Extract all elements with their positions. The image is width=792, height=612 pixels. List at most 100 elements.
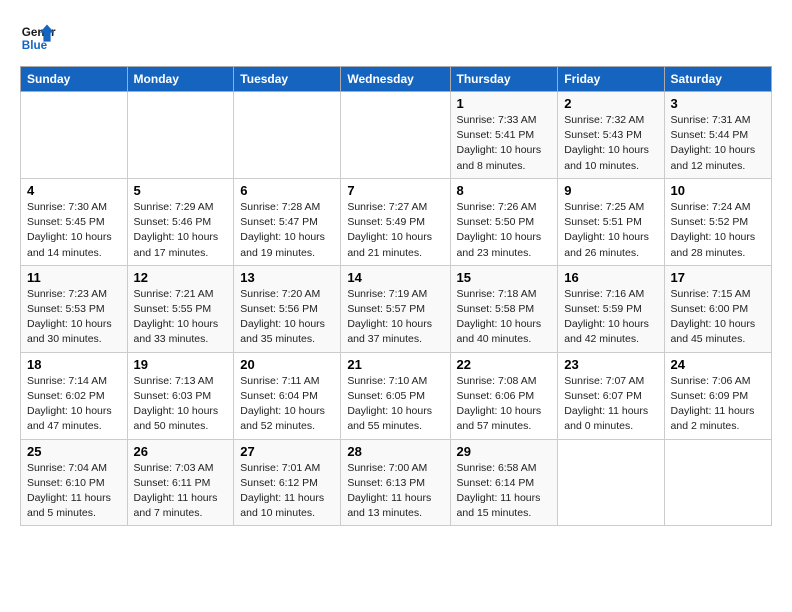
day-number: 3	[671, 96, 765, 111]
day-detail: Sunrise: 7:11 AM Sunset: 6:04 PM Dayligh…	[240, 374, 334, 435]
calendar-cell	[341, 92, 450, 179]
calendar-cell: 26 Sunrise: 7:03 AM Sunset: 6:11 PM Dayli…	[127, 439, 234, 526]
calendar-cell: 6 Sunrise: 7:28 AM Sunset: 5:47 PM Daylig…	[234, 178, 341, 265]
day-detail: Sunrise: 7:26 AM Sunset: 5:50 PM Dayligh…	[457, 200, 552, 261]
day-number: 1	[457, 96, 552, 111]
calendar-cell: 24 Sunrise: 7:06 AM Sunset: 6:09 PM Dayli…	[664, 352, 771, 439]
day-number: 20	[240, 357, 334, 372]
day-number: 18	[27, 357, 121, 372]
day-detail: Sunrise: 7:31 AM Sunset: 5:44 PM Dayligh…	[671, 113, 765, 174]
day-detail: Sunrise: 7:28 AM Sunset: 5:47 PM Dayligh…	[240, 200, 334, 261]
weekday-header-sunday: Sunday	[21, 67, 128, 92]
calendar-cell: 16 Sunrise: 7:16 AM Sunset: 5:59 PM Dayli…	[558, 265, 664, 352]
day-detail: Sunrise: 7:27 AM Sunset: 5:49 PM Dayligh…	[347, 200, 443, 261]
day-number: 6	[240, 183, 334, 198]
day-number: 10	[671, 183, 765, 198]
day-number: 19	[134, 357, 228, 372]
weekday-header-monday: Monday	[127, 67, 234, 92]
calendar-cell	[558, 439, 664, 526]
weekday-header-saturday: Saturday	[664, 67, 771, 92]
calendar-cell	[21, 92, 128, 179]
calendar-cell: 28 Sunrise: 7:00 AM Sunset: 6:13 PM Dayli…	[341, 439, 450, 526]
day-detail: Sunrise: 7:19 AM Sunset: 5:57 PM Dayligh…	[347, 287, 443, 348]
day-detail: Sunrise: 7:23 AM Sunset: 5:53 PM Dayligh…	[27, 287, 121, 348]
calendar-cell: 12 Sunrise: 7:21 AM Sunset: 5:55 PM Dayli…	[127, 265, 234, 352]
day-detail: Sunrise: 7:32 AM Sunset: 5:43 PM Dayligh…	[564, 113, 657, 174]
calendar-cell: 18 Sunrise: 7:14 AM Sunset: 6:02 PM Dayli…	[21, 352, 128, 439]
day-number: 14	[347, 270, 443, 285]
weekday-header-tuesday: Tuesday	[234, 67, 341, 92]
day-number: 23	[564, 357, 657, 372]
calendar-cell: 8Sunrise: 7:26 AM Sunset: 5:50 PM Daylig…	[450, 178, 558, 265]
day-detail: Sunrise: 7:25 AM Sunset: 5:51 PM Dayligh…	[564, 200, 657, 261]
day-number: 27	[240, 444, 334, 459]
calendar-cell: 19Sunrise: 7:13 AM Sunset: 6:03 PM Dayli…	[127, 352, 234, 439]
calendar-cell: 21 Sunrise: 7:10 AM Sunset: 6:05 PM Dayli…	[341, 352, 450, 439]
day-number: 21	[347, 357, 443, 372]
day-detail: Sunrise: 7:18 AM Sunset: 5:58 PM Dayligh…	[457, 287, 552, 348]
day-detail: Sunrise: 7:16 AM Sunset: 5:59 PM Dayligh…	[564, 287, 657, 348]
calendar-cell	[127, 92, 234, 179]
day-detail: Sunrise: 7:24 AM Sunset: 5:52 PM Dayligh…	[671, 200, 765, 261]
day-detail: Sunrise: 6:58 AM Sunset: 6:14 PM Dayligh…	[457, 461, 552, 522]
calendar-cell: 14 Sunrise: 7:19 AM Sunset: 5:57 PM Dayli…	[341, 265, 450, 352]
day-number: 4	[27, 183, 121, 198]
calendar-table: SundayMondayTuesdayWednesdayThursdayFrid…	[20, 66, 772, 526]
day-detail: Sunrise: 7:20 AM Sunset: 5:56 PM Dayligh…	[240, 287, 334, 348]
day-number: 16	[564, 270, 657, 285]
day-number: 13	[240, 270, 334, 285]
day-detail: Sunrise: 7:07 AM Sunset: 6:07 PM Dayligh…	[564, 374, 657, 435]
calendar-cell: 5 Sunrise: 7:29 AM Sunset: 5:46 PM Daylig…	[127, 178, 234, 265]
calendar-cell: 25 Sunrise: 7:04 AM Sunset: 6:10 PM Dayli…	[21, 439, 128, 526]
calendar-cell: 29 Sunrise: 6:58 AM Sunset: 6:14 PM Dayli…	[450, 439, 558, 526]
day-number: 17	[671, 270, 765, 285]
day-number: 7	[347, 183, 443, 198]
day-detail: Sunrise: 7:06 AM Sunset: 6:09 PM Dayligh…	[671, 374, 765, 435]
day-number: 9	[564, 183, 657, 198]
day-number: 12	[134, 270, 228, 285]
day-number: 15	[457, 270, 552, 285]
day-detail: Sunrise: 7:04 AM Sunset: 6:10 PM Dayligh…	[27, 461, 121, 522]
weekday-header-thursday: Thursday	[450, 67, 558, 92]
calendar-cell: 17 Sunrise: 7:15 AM Sunset: 6:00 PM Dayli…	[664, 265, 771, 352]
calendar-cell: 9 Sunrise: 7:25 AM Sunset: 5:51 PM Daylig…	[558, 178, 664, 265]
calendar-cell: 11 Sunrise: 7:23 AM Sunset: 5:53 PM Dayli…	[21, 265, 128, 352]
calendar-cell: 3 Sunrise: 7:31 AM Sunset: 5:44 PM Daylig…	[664, 92, 771, 179]
day-detail: Sunrise: 7:01 AM Sunset: 6:12 PM Dayligh…	[240, 461, 334, 522]
calendar-cell: 10 Sunrise: 7:24 AM Sunset: 5:52 PM Dayli…	[664, 178, 771, 265]
day-number: 25	[27, 444, 121, 459]
day-detail: Sunrise: 7:00 AM Sunset: 6:13 PM Dayligh…	[347, 461, 443, 522]
weekday-header-friday: Friday	[558, 67, 664, 92]
calendar-cell: 13 Sunrise: 7:20 AM Sunset: 5:56 PM Dayli…	[234, 265, 341, 352]
calendar-cell: 7 Sunrise: 7:27 AM Sunset: 5:49 PM Daylig…	[341, 178, 450, 265]
day-detail: Sunrise: 7:15 AM Sunset: 6:00 PM Dayligh…	[671, 287, 765, 348]
logo: General Blue	[20, 20, 56, 56]
day-detail: Sunrise: 7:03 AM Sunset: 6:11 PM Dayligh…	[134, 461, 228, 522]
day-number: 28	[347, 444, 443, 459]
calendar-cell: 2Sunrise: 7:32 AM Sunset: 5:43 PM Daylig…	[558, 92, 664, 179]
day-detail: Sunrise: 7:10 AM Sunset: 6:05 PM Dayligh…	[347, 374, 443, 435]
calendar-cell: 15 Sunrise: 7:18 AM Sunset: 5:58 PM Dayli…	[450, 265, 558, 352]
day-detail: Sunrise: 7:33 AM Sunset: 5:41 PM Dayligh…	[457, 113, 552, 174]
calendar-cell: 27 Sunrise: 7:01 AM Sunset: 6:12 PM Dayli…	[234, 439, 341, 526]
day-number: 11	[27, 270, 121, 285]
calendar-cell: 22Sunrise: 7:08 AM Sunset: 6:06 PM Dayli…	[450, 352, 558, 439]
calendar-cell	[234, 92, 341, 179]
day-detail: Sunrise: 7:14 AM Sunset: 6:02 PM Dayligh…	[27, 374, 121, 435]
svg-text:General: General	[22, 26, 56, 39]
calendar-cell: 4 Sunrise: 7:30 AM Sunset: 5:45 PM Daylig…	[21, 178, 128, 265]
calendar-cell	[664, 439, 771, 526]
day-number: 5	[134, 183, 228, 198]
day-detail: Sunrise: 7:30 AM Sunset: 5:45 PM Dayligh…	[27, 200, 121, 261]
day-number: 26	[134, 444, 228, 459]
calendar-cell: 1 Sunrise: 7:33 AM Sunset: 5:41 PM Daylig…	[450, 92, 558, 179]
day-detail: Sunrise: 7:29 AM Sunset: 5:46 PM Dayligh…	[134, 200, 228, 261]
day-detail: Sunrise: 7:21 AM Sunset: 5:55 PM Dayligh…	[134, 287, 228, 348]
weekday-header-wednesday: Wednesday	[341, 67, 450, 92]
page-header: General Blue	[20, 20, 772, 56]
day-number: 29	[457, 444, 552, 459]
day-number: 24	[671, 357, 765, 372]
calendar-cell: 20 Sunrise: 7:11 AM Sunset: 6:04 PM Dayli…	[234, 352, 341, 439]
logo-icon: General Blue	[20, 20, 56, 56]
calendar-cell: 23 Sunrise: 7:07 AM Sunset: 6:07 PM Dayli…	[558, 352, 664, 439]
